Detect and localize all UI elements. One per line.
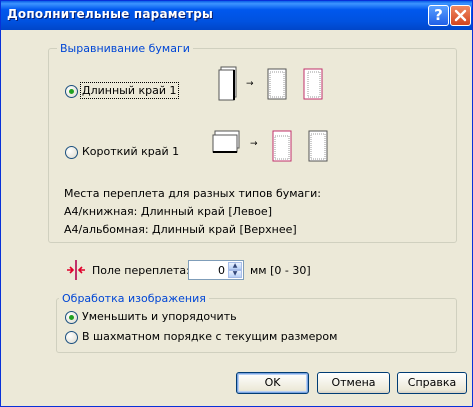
window-title: Дополнительные параметры xyxy=(7,7,214,21)
checkerboard-label[interactable]: В шахматном порядке с текущим размером xyxy=(82,330,337,343)
reduce-arrange-radio[interactable] xyxy=(65,311,78,324)
reduce-arrange-label[interactable]: Уменьшить и упорядочить xyxy=(82,310,237,323)
title-bar[interactable]: Дополнительные параметры ? xyxy=(1,1,472,30)
paper-alignment-group: Выравнивание бумаги Длинный край 1 → Кор… xyxy=(48,42,457,243)
short-edge-binding-icon xyxy=(212,130,240,153)
long-edge-label[interactable]: Длинный край 1 xyxy=(80,82,179,99)
binding-info-portrait: A4/книжная: Длинный край [Левое] xyxy=(64,205,272,218)
long-edge-binding-icon xyxy=(218,66,237,101)
landscape-page-bound-icon xyxy=(308,130,328,162)
cancel-button[interactable]: Отмена xyxy=(317,372,390,394)
portrait-page-bound-icon xyxy=(303,68,323,100)
dialog-window: Дополнительные параметры ? Выравнивание … xyxy=(0,0,473,407)
paper-alignment-legend: Выравнивание бумаги xyxy=(57,42,193,55)
binding-margin-icon xyxy=(67,260,85,280)
binding-margin-value[interactable]: 0 xyxy=(218,264,225,277)
short-edge-label[interactable]: Короткий край 1 xyxy=(82,145,179,158)
help-icon: ? xyxy=(434,6,443,24)
landscape-page-icon xyxy=(272,130,292,162)
help-button[interactable]: Справка xyxy=(397,372,467,394)
checkerboard-radio[interactable] xyxy=(65,331,78,344)
help-title-button[interactable]: ? xyxy=(428,5,449,26)
close-icon xyxy=(454,9,467,22)
binding-info-title: Места переплета для разных типов бумаги: xyxy=(64,187,321,200)
binding-info-landscape: A4/альбомная: Длинный край [Верхнее] xyxy=(64,223,297,236)
short-edge-radio[interactable] xyxy=(65,146,78,159)
close-button[interactable] xyxy=(450,5,471,26)
arrow-icon: → xyxy=(250,139,258,149)
binding-margin-spinbox[interactable]: 0 ▲ ▼ xyxy=(188,260,244,280)
ok-button[interactable]: OK xyxy=(236,372,309,394)
image-processing-legend: Обработка изображения xyxy=(59,292,209,305)
long-edge-radio[interactable] xyxy=(65,85,78,98)
arrow-icon: → xyxy=(246,79,254,89)
portrait-page-icon xyxy=(267,68,287,100)
spin-up-icon[interactable]: ▲ xyxy=(228,262,242,270)
binding-margin-unit: мм [0 - 30] xyxy=(250,264,311,277)
binding-margin-label: Поле переплета: xyxy=(92,264,190,277)
image-processing-group: Обработка изображения Уменьшить и упоряд… xyxy=(56,292,457,353)
spin-down-icon[interactable]: ▼ xyxy=(228,270,242,278)
